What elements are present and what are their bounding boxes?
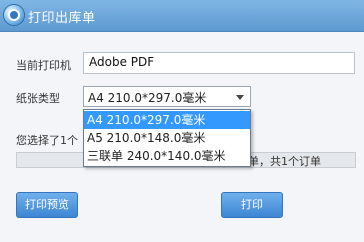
paper-option-triplicate[interactable]: 三联单 240.0*140.0毫米 <box>84 147 250 165</box>
paper-type-selected-value: A4 210.0*297.0毫米 <box>88 91 207 105</box>
selection-summary-text: 您选择了1个 <box>16 134 78 147</box>
progress-status-text: 单，共1个订单 <box>248 155 321 168</box>
printer-label: 当前打印机 <box>16 59 71 72</box>
app-logo-icon <box>4 5 24 25</box>
window-title: 打印出库单 <box>28 11 96 26</box>
current-printer-field[interactable]: Adobe PDF <box>83 52 355 74</box>
paper-option-a5[interactable]: A5 210.0*148.0毫米 <box>84 129 250 147</box>
paper-type-dropdown-list: A4 210.0*297.0毫米 A5 210.0*148.0毫米 三联单 24… <box>83 109 251 167</box>
paper-type-select[interactable]: A4 210.0*297.0毫米 <box>83 86 251 107</box>
window-titlebar: 打印出库单 <box>0 0 364 32</box>
chevron-down-icon[interactable] <box>236 95 244 100</box>
print-button[interactable]: 打印 <box>221 192 283 218</box>
paper-option-a4[interactable]: A4 210.0*297.0毫米 <box>84 111 250 129</box>
paper-type-label: 纸张类型 <box>16 92 60 105</box>
print-preview-button[interactable]: 打印预览 <box>16 192 78 218</box>
